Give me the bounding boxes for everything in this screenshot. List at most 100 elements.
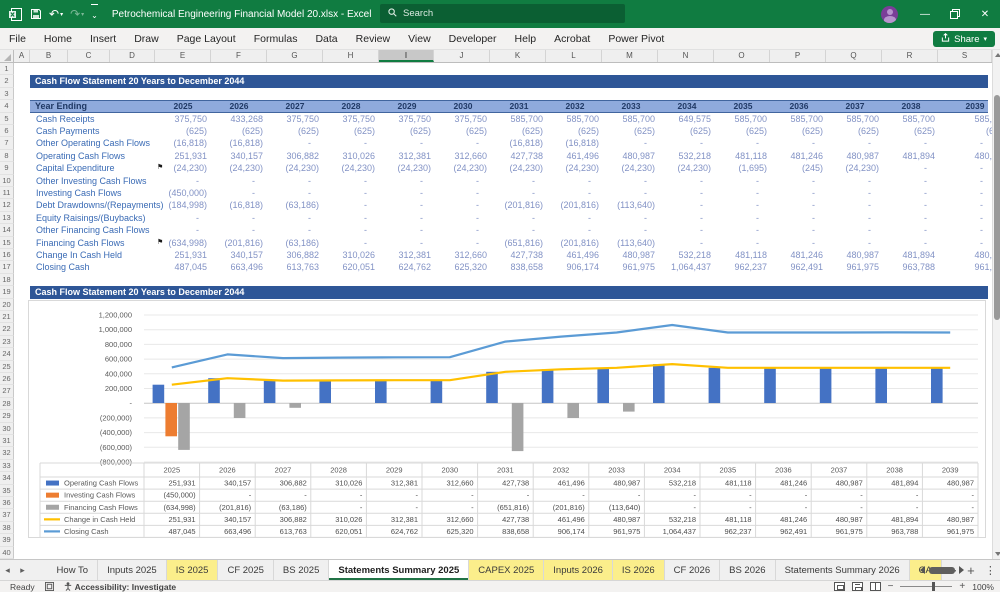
cell-value[interactable]: - [659,199,703,211]
cell-value[interactable]: (24,230) [659,162,711,174]
sheet-tab-is-2025[interactable]: IS 2025 [166,560,219,580]
sheet-tab-statements-summary-2025[interactable]: Statements Summary 2025 [329,560,470,580]
cell-value[interactable]: (184,998) [155,199,207,211]
cell-value[interactable]: (625) [267,125,319,137]
cell-value[interactable]: (113,640) [603,199,655,211]
menu-tab-draw[interactable]: Draw [125,28,168,50]
cell-value[interactable]: 487,045 [155,261,207,273]
cell-value[interactable]: 306,882 [267,150,319,162]
cell-value[interactable]: - [771,224,815,236]
row-header-12[interactable]: 12 [0,199,14,212]
cell-value[interactable]: - [883,162,927,174]
row-header-7[interactable]: 7 [0,137,14,150]
page-break-view-icon[interactable] [869,582,881,591]
statement-row[interactable]: Debt Drawdowns/(Repayments) (184,998) (16,… [30,199,992,211]
cell-value[interactable]: 585,700 [603,113,655,125]
cell-value[interactable]: 340,157 [211,150,263,162]
cell-value[interactable]: (16,818) [211,199,263,211]
column-header-S[interactable]: S [938,50,992,62]
cell-value[interactable]: 585,700 [491,113,543,125]
cell-value[interactable]: 480,987 [939,150,992,162]
cell-value[interactable]: - [827,199,871,211]
horizontal-scrollbar[interactable] [920,560,998,580]
cell-value[interactable]: 310,026 [323,150,375,162]
cell-value[interactable]: - [435,187,479,199]
cell-value[interactable]: - [267,212,311,224]
column-header-B[interactable]: B [30,50,68,62]
cell-value[interactable]: 306,882 [267,249,319,261]
menu-tab-insert[interactable]: Insert [81,28,125,50]
cell-value[interactable]: - [827,187,871,199]
cell-value[interactable]: 312,660 [435,150,487,162]
column-header-A[interactable]: A [14,50,30,62]
column-header-O[interactable]: O [714,50,770,62]
row-header-6[interactable]: 6 [0,125,14,138]
row-label[interactable]: Cash Receipts [36,113,95,125]
statement-row[interactable]: Investing Cash Flows (450,000) - - - - - - - - - - -… [30,187,992,199]
cell-value[interactable]: - [211,187,255,199]
cell-value[interactable]: - [659,224,703,236]
menu-tab-file[interactable]: File [0,28,35,50]
cell-value[interactable]: 461,496 [547,249,599,261]
row-label[interactable]: Equity Raisings/(Buybacks) [36,212,146,224]
cell-value[interactable]: - [323,224,367,236]
cell-value[interactable]: - [155,212,199,224]
statement-row[interactable]: Operating Cash Flows 251,931 340,157 306,88… [30,150,992,162]
row-header-5[interactable]: 5 [0,112,14,125]
cell-value[interactable]: (1,695) [715,162,767,174]
cell-value[interactable]: - [379,187,423,199]
row-label[interactable]: Other Financing Cash Flows [36,224,150,236]
statement-row[interactable]: Cash Receipts 375,750 433,268 375,750 375,75… [30,113,992,125]
row-header-8[interactable]: 8 [0,149,14,163]
cell-value[interactable]: 375,750 [379,113,431,125]
cell-value[interactable]: 427,738 [491,249,543,261]
cell-value[interactable]: - [715,212,759,224]
cell-value[interactable]: - [771,199,815,211]
sheet-tab-inputs-2026[interactable]: Inputs 2026 [544,560,613,580]
cell-value[interactable]: (201,816) [491,199,543,211]
cell-value[interactable]: (16,818) [547,137,599,149]
column-header-K[interactable]: K [490,50,546,62]
cell-value[interactable]: - [771,237,815,249]
restore-button[interactable] [940,0,970,28]
cell-value[interactable]: 649,575 [659,113,711,125]
cell-value[interactable]: - [715,237,759,249]
row-header-19[interactable]: 19 [0,286,14,299]
column-header-N[interactable]: N [658,50,714,62]
cell-value[interactable]: (625) [603,125,655,137]
menu-tab-data[interactable]: Data [306,28,346,50]
cell-value[interactable]: 532,218 [659,249,711,261]
cell-value[interactable]: 375,750 [435,113,487,125]
cell-value[interactable]: - [771,187,815,199]
cell-value[interactable]: (24,230) [211,162,263,174]
row-header-35[interactable]: 35 [0,484,14,497]
row-header-14[interactable]: 14 [0,224,14,237]
cell-value[interactable]: (651,816) [491,237,543,249]
statement-row[interactable]: Cash Payments (625) (625) (625) (625) (625) (6… [30,125,992,137]
save-icon[interactable] [30,5,42,23]
statement-row[interactable]: Financing Cash Flows ⚑ (634,998) (201,816)(… [30,237,992,249]
cell-value[interactable]: (625) [323,125,375,137]
cell-value[interactable]: 375,750 [323,113,375,125]
column-header-R[interactable]: R [882,50,938,62]
cell-value[interactable]: 251,931 [155,150,207,162]
row-header-40[interactable]: 40 [0,546,14,559]
accessibility-status[interactable]: Accessibility: Investigate [64,582,176,592]
cell-value[interactable]: 585,700 [547,113,599,125]
row-label[interactable]: Debt Drawdowns/(Repayments) [36,199,164,211]
cell-value[interactable]: 963,788 [883,261,935,273]
column-header-C[interactable]: C [68,50,110,62]
row-header-24[interactable]: 24 [0,348,14,361]
cell-value[interactable]: - [883,224,927,236]
cell-value[interactable]: - [603,212,647,224]
sheet-tab-how-to[interactable]: How To [48,560,99,580]
row-header-22[interactable]: 22 [0,323,14,336]
cell-value[interactable]: (113,640) [603,237,655,249]
sheet-grid[interactable]: 1 2 3 4 5 6 7 8 9 10 11 12 13 14 15 16 17 18 19 20 21 22 23 24 2… [0,63,992,559]
menu-tab-formulas[interactable]: Formulas [245,28,307,50]
cell-value[interactable]: (201,816) [547,237,599,249]
cell-value[interactable]: (450,000) [155,187,207,199]
cell-value[interactable]: 481,118 [715,150,767,162]
cell-value[interactable]: - [715,187,759,199]
cell-value[interactable]: 312,381 [379,150,431,162]
